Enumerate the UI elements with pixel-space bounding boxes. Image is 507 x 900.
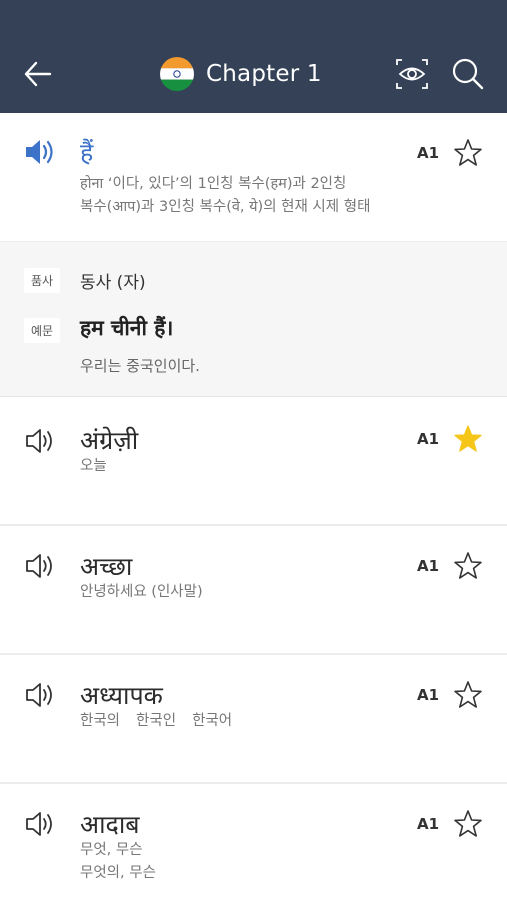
list-item[interactable]: हैं होना ‘이다, 있다’의 1인칭 복수(हम)과 2인칭 복수(आप…	[0, 113, 507, 241]
meaning-part: 한국어	[192, 713, 233, 729]
page-title: Chapter 1	[206, 61, 322, 87]
level-badge: A1	[417, 686, 440, 704]
level-badge: A1	[417, 815, 440, 833]
india-flag-icon	[160, 57, 194, 91]
meaning-part: 한국의	[80, 713, 121, 729]
meaning-line: होना ‘이다, 있다’의 1인칭 복수(हम)과 2인칭	[80, 176, 347, 192]
word-meaning: 안녕하세요 (인사말)	[80, 584, 203, 600]
eye-icon	[396, 59, 428, 89]
list-item[interactable]: अध्यापक 한국의 한국인 한국어 A1	[0, 655, 507, 784]
word-detail-panel: 품사 동사 (자) 예문 हम चीनी हैं। 우리는 중국인이다.	[0, 241, 507, 397]
list-item[interactable]: अंग्रेज़ी 오늘 A1	[0, 397, 507, 526]
meaning-line: 복수(आप)과 3인칭 복수(वे, ये)의 현재 시제 형태	[80, 199, 371, 215]
speaker-icon[interactable]	[24, 680, 58, 710]
speaker-playing-icon[interactable]	[24, 137, 58, 167]
speaker-icon[interactable]	[24, 551, 58, 581]
word-meaning: 오늘	[80, 458, 107, 474]
word-meaning: 한국의 한국인 한국어	[80, 710, 232, 733]
word-meaning: होना ‘이다, 있다’의 1인칭 복수(हम)과 2인칭 복수(आप)과 3…	[80, 173, 370, 219]
meaning-line: 무엇, 무슨	[80, 842, 143, 858]
word-text: अच्छा	[80, 552, 133, 581]
level-badge: A1	[417, 144, 440, 162]
level-badge: A1	[417, 430, 440, 448]
meaning-line: 무엇의, 무슨	[80, 865, 156, 881]
star-outline-icon[interactable]	[452, 808, 484, 840]
example-translation: 우리는 중국인이다.	[80, 357, 200, 375]
level-badge: A1	[417, 557, 440, 575]
title-group: Chapter 1	[160, 54, 322, 94]
word-text: अध्यापक	[80, 681, 163, 710]
back-button[interactable]	[20, 56, 60, 92]
speaker-icon[interactable]	[24, 809, 58, 839]
app-header: Chapter 1	[0, 0, 507, 113]
list-item[interactable]: आदाब 무엇, 무슨 무엇의, 무슨 A1	[0, 784, 507, 900]
example-tag: 예문	[24, 318, 61, 343]
part-of-speech: 동사 (자)	[80, 273, 146, 293]
search-button[interactable]	[450, 56, 486, 92]
word-text: अंग्रेज़ी	[80, 426, 139, 455]
word-meaning: 무엇, 무슨 무엇의, 무슨	[80, 839, 156, 885]
speaker-icon[interactable]	[24, 426, 58, 456]
back-arrow-icon	[24, 61, 52, 87]
star-outline-icon[interactable]	[452, 550, 484, 582]
search-icon	[452, 58, 484, 90]
star-outline-icon[interactable]	[452, 679, 484, 711]
view-toggle-button[interactable]	[393, 56, 431, 92]
list-item[interactable]: अच्छा 안녕하세요 (인사말) A1	[0, 526, 507, 655]
word-text: हैं	[80, 138, 94, 167]
star-outline-icon[interactable]	[452, 137, 484, 169]
meaning-part: 한국인	[136, 713, 177, 729]
star-filled-icon[interactable]	[452, 423, 484, 455]
pos-tag: 품사	[24, 268, 61, 293]
example-sentence: हम चीनी हैं।	[80, 316, 174, 340]
word-text: आदाब	[80, 810, 140, 839]
